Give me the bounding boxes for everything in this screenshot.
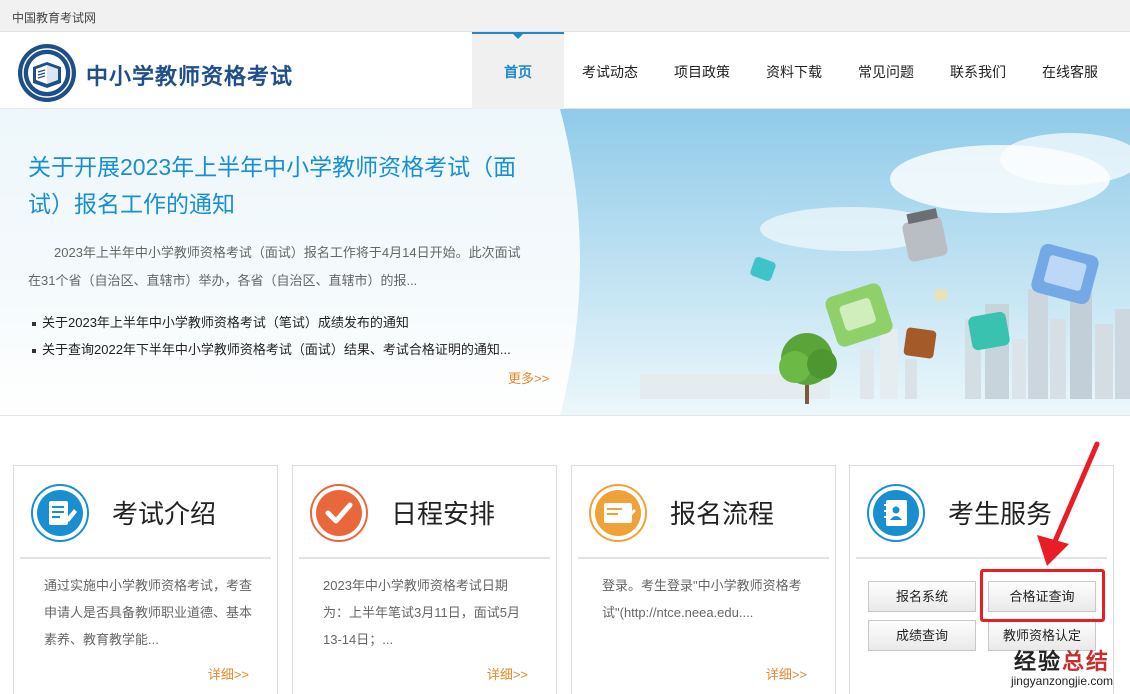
card-title[interactable]: 考试介绍 [112, 494, 216, 531]
nav-contact[interactable]: 联系我们 [932, 32, 1024, 109]
news-item-text: 关于2023年上半年中小学教师资格考试（笔试）成绩发布的通知 [42, 315, 409, 330]
banner-summary: 2023年上半年中小学教师资格考试（面试）报名工作将于4月14日开始。此次面试在… [28, 245, 521, 288]
detail-link[interactable]: 详细>> [208, 664, 249, 683]
divider [299, 557, 550, 559]
card-title[interactable]: 报名流程 [670, 494, 774, 531]
detail-link[interactable]: 详细>> [766, 664, 807, 683]
divider [20, 557, 271, 559]
card-exam-intro: 考试介绍 通过实施中小学教师资格考试，考查申请人是否具备教师职业道德、基本素养、… [13, 465, 278, 694]
bullet-icon [32, 321, 36, 326]
card-schedule: 日程安排 2023年中小学教师资格考试日期为：上半年笔试3月11日，面试5月13… [292, 465, 557, 694]
watermark-main: 经验总结 [1002, 644, 1122, 676]
nav-online-service[interactable]: 在线客服 [1024, 32, 1116, 109]
main-nav: 首页 考试动态 项目政策 资料下载 常见问题 联系我们 在线客服 [472, 32, 1116, 109]
news-item[interactable]: 关于2023年上半年中小学教师资格考试（笔试）成绩发布的通知 [32, 309, 542, 336]
document-edit-icon [31, 484, 89, 542]
checkmark-icon [310, 484, 368, 542]
header: 中小学教师资格考试 首页 考试动态 项目政策 资料下载 常见问题 联系我们 在线… [0, 32, 1130, 109]
detail-link[interactable]: 详细>> [487, 664, 528, 683]
nav-downloads[interactable]: 资料下载 [748, 32, 840, 109]
highlight-box [980, 569, 1105, 622]
watermark: 经验总结 jingyanzongjie.com [1002, 644, 1122, 688]
site-title[interactable]: 中小学教师资格考试 [86, 59, 293, 91]
card-description: 2023年中小学教师资格考试日期为：上半年笔试3月11日，面试5月13-14日；… [323, 578, 520, 647]
divider [578, 557, 829, 559]
banner-headline[interactable]: 关于开展2023年上半年中小学教师资格考试（面试）报名工作的通知 [28, 149, 548, 223]
watermark-black-text: 经验 [1013, 649, 1062, 674]
nav-exam-news[interactable]: 考试动态 [564, 32, 656, 109]
nav-home[interactable]: 首页 [472, 32, 564, 109]
news-item-text: 关于查询2022年下半年中小学教师资格考试（面试）结果、考试合格证明的通知... [42, 342, 511, 357]
news-item[interactable]: 关于查询2022年下半年中小学教师资格考试（面试）结果、考试合格证明的通知... [32, 336, 542, 363]
top-bar: 中国教育考试网 [0, 0, 1130, 32]
watermark-url: jingyanzongjie.com [1010, 674, 1114, 688]
form-pencil-icon [589, 484, 647, 542]
nav-faq[interactable]: 常见问题 [840, 32, 932, 109]
site-logo-icon[interactable] [17, 43, 77, 103]
card-title[interactable]: 日程安排 [391, 494, 495, 531]
registration-system-button[interactable]: 报名系统 [868, 581, 976, 612]
card-registration-process: 报名流程 登录。考生登录"中小学教师资格考试"(http://ntce.neea… [571, 465, 836, 694]
more-link[interactable]: 更多>> [508, 368, 549, 387]
card-description: 登录。考生登录"中小学教师资格考试"(http://ntce.neea.edu.… [602, 578, 802, 620]
card-description: 通过实施中小学教师资格考试，考查申请人是否具备教师职业道德、基本素养、教育教学能… [44, 578, 253, 647]
bullet-icon [32, 348, 36, 353]
red-arrow-icon [1037, 441, 1100, 566]
hero-banner: 关于开展2023年上半年中小学教师资格考试（面试）报名工作的通知 2023年上半… [0, 109, 1130, 416]
nav-policy[interactable]: 项目政策 [656, 32, 748, 109]
contact-book-icon [867, 484, 925, 542]
score-query-button[interactable]: 成绩查询 [868, 620, 976, 651]
top-site-name[interactable]: 中国教育考试网 [12, 9, 96, 26]
watermark-red-text: 总结 [1062, 649, 1111, 674]
banner-news-list: 关于2023年上半年中小学教师资格考试（笔试）成绩发布的通知 关于查询2022年… [32, 309, 542, 363]
